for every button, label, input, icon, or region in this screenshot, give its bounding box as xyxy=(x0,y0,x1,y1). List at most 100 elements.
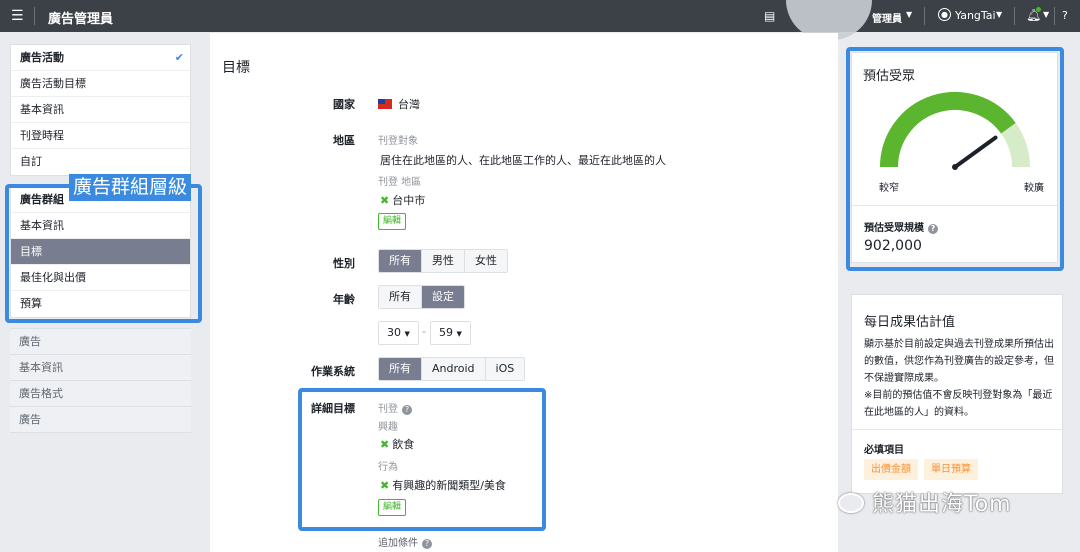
sidebar-item-label: 廣告群組 xyxy=(20,193,64,206)
age-max-value: 59 xyxy=(439,326,453,339)
age-option-all[interactable]: 所有 xyxy=(379,286,422,308)
sidebar-item-targeting[interactable]: 目標 xyxy=(11,239,190,265)
gender-option-male[interactable]: 男性 xyxy=(422,250,465,272)
user-name[interactable]: YangTai xyxy=(955,9,996,22)
sidebar-item-label: 廣告格式 xyxy=(19,387,63,400)
top-bar: ☰ 廣告管理員 ▤ 管理員 ▼ ● YangTai ▼ 🔔︎ ▼ ? xyxy=(0,0,1080,40)
help-icon[interactable]: ? xyxy=(422,539,432,549)
notification-dot xyxy=(1036,7,1041,12)
age-max-dropdown[interactable]: 59 ▼ xyxy=(430,321,471,345)
region-sublabel: 刊登 地區 xyxy=(378,177,422,188)
chevron-down-icon[interactable]: ▼ xyxy=(1043,10,1049,19)
sidebar-item-optimization-bidding[interactable]: 最佳化與出價 xyxy=(11,265,190,291)
divider xyxy=(852,429,1062,430)
manager-menu[interactable]: 管理員 xyxy=(872,10,902,25)
sidebar-item-ad-format[interactable]: 廣告格式 xyxy=(10,381,191,407)
sidebar-item-label: 廣告 xyxy=(19,413,41,426)
gender-selector: 所有 男性 女性 xyxy=(378,249,508,273)
estimated-audience-card: 預估受眾 較窄 較廣 預估受眾規模? 902,000 xyxy=(851,52,1058,263)
chevron-down-icon[interactable]: ▼ xyxy=(906,10,912,19)
daily-note-text: ※目前的預估值不會反映刊登對象為「最近在此地區的人」的資料。 xyxy=(864,390,1053,418)
audience-sublabel: 刊登對象 xyxy=(378,136,418,147)
age-label: 年齡 xyxy=(333,293,355,306)
sidebar-item-budget[interactable]: 預算 xyxy=(11,291,190,317)
audience-card-title: 預估受眾 xyxy=(863,69,916,84)
interest-value: ✖ 飲食 xyxy=(380,436,414,452)
daily-results-description: 顯示基於目前設定與過去刊登成果所預估出的數值，供您作為刊登廣告的設定參考，但不保… xyxy=(864,336,1058,421)
edit-region-button[interactable]: 編輯 xyxy=(378,213,407,230)
gauge-fill xyxy=(880,92,1016,168)
sidebar-item-basic-info[interactable]: 基本資訊 xyxy=(11,97,190,123)
remove-x-icon[interactable]: ✖ xyxy=(380,438,389,451)
sidebar-item-label: 基本資訊 xyxy=(20,219,64,232)
user-avatar-icon[interactable]: ● xyxy=(938,8,951,21)
os-option-ios[interactable]: iOS xyxy=(485,358,525,380)
add-condition-link[interactable]: 追加條件? xyxy=(378,534,432,549)
audience-size-label-text: 預估受眾規模 xyxy=(864,223,924,234)
taiwan-flag-icon xyxy=(378,99,392,109)
age-option-custom[interactable]: 設定 xyxy=(422,286,464,308)
sidebar-item-custom[interactable]: 自訂 xyxy=(11,149,190,175)
sidebar-item-label: 基本資訊 xyxy=(20,103,64,116)
audience-value: 居住在此地區的人、在此地區工作的人、最近在此地區的人 xyxy=(380,154,666,167)
wechat-logo-icon xyxy=(838,493,864,513)
age-min-dropdown[interactable]: 30 ▼ xyxy=(378,321,419,345)
os-label: 作業系統 xyxy=(311,365,355,378)
sidebar-ad-group: 廣告 基本資訊 廣告格式 廣告 xyxy=(10,328,191,433)
country-name: 台灣 xyxy=(398,98,420,111)
add-condition-text: 追加條件 xyxy=(378,538,418,549)
adset-level-annotation: 廣告群組層級 xyxy=(69,174,192,201)
chevron-down-icon: ▼ xyxy=(456,330,462,338)
gender-option-all[interactable]: 所有 xyxy=(379,250,422,272)
topbar-divider xyxy=(1054,7,1055,25)
gender-option-female[interactable]: 女性 xyxy=(465,250,507,272)
sidebar-item-label: 預算 xyxy=(20,297,42,310)
audience-size-label: 預估受眾規模? xyxy=(864,219,938,234)
chevron-down-icon: ▼ xyxy=(404,330,410,338)
sidebar-item-label: 目標 xyxy=(20,245,42,258)
sidebar: 廣告活動 ✔ 廣告活動目標 基本資訊 刊登時程 自訂 廣告群組 基本資訊 目標 … xyxy=(10,44,191,443)
required-tag-bid[interactable]: 出價金額 xyxy=(864,459,918,480)
daily-results-title: 每日成果估計值 xyxy=(864,315,956,330)
sidebar-item-campaign-objective[interactable]: 廣告活動目標 xyxy=(11,71,190,97)
gauge-pivot xyxy=(952,164,958,170)
sidebar-item-label: 基本資訊 xyxy=(19,361,63,374)
sidebar-item-adset-basic-info[interactable]: 基本資訊 xyxy=(11,213,190,239)
help-icon[interactable]: ? xyxy=(1062,9,1068,22)
remove-x-icon[interactable]: ✖ xyxy=(380,194,389,207)
document-icon[interactable]: ▤ xyxy=(764,9,775,23)
chevron-down-icon[interactable]: ▼ xyxy=(996,10,1002,19)
remove-x-icon[interactable]: ✖ xyxy=(380,479,389,492)
gauge-broad-label: 較廣 xyxy=(1024,183,1044,194)
help-icon[interactable]: ? xyxy=(928,224,938,234)
sidebar-item-label: 廣告 xyxy=(19,335,41,348)
sidebar-campaign-group: 廣告活動 ✔ 廣告活動目標 基本資訊 刊登時程 自訂 xyxy=(10,44,191,176)
sidebar-item-ad-basic-info[interactable]: 基本資訊 xyxy=(10,355,191,381)
country-value[interactable]: 台灣 xyxy=(378,96,420,112)
detailed-targeting-sublabel-text: 刊登 xyxy=(378,404,398,415)
behavior-value: ✖ 有興趣的新聞類型/美食 xyxy=(380,477,506,493)
os-option-android[interactable]: Android xyxy=(422,358,486,380)
sidebar-item-schedule[interactable]: 刊登時程 xyxy=(11,123,190,149)
sidebar-item-ad[interactable]: 廣告 xyxy=(10,329,191,355)
sidebar-item-label: 廣告活動目標 xyxy=(20,77,86,90)
topbar-divider xyxy=(924,7,925,25)
sidebar-item-ad-creative[interactable]: 廣告 xyxy=(10,407,191,433)
os-selector: 所有 Android iOS xyxy=(378,357,526,381)
sidebar-item-campaign[interactable]: 廣告活動 ✔ xyxy=(11,45,190,71)
sidebar-item-label: 廣告活動 xyxy=(20,51,64,64)
daily-results-card: 每日成果估計值 顯示基於目前設定與過去刊登成果所預估出的數值，供您作為刊登廣告的… xyxy=(851,294,1063,494)
required-fields-label: 必填項目 xyxy=(864,445,904,456)
gauge-needle xyxy=(953,135,998,169)
region-label: 地區 xyxy=(333,134,355,147)
age-min-value: 30 xyxy=(387,326,401,339)
audience-size-value: 902,000 xyxy=(864,238,922,254)
sidebar-item-label: 刊登時程 xyxy=(20,129,64,142)
hamburger-menu-icon[interactable]: ☰ xyxy=(11,8,24,24)
os-option-all[interactable]: 所有 xyxy=(379,358,422,380)
required-tag-daily-budget[interactable]: 單日預算 xyxy=(924,459,978,480)
behavior-name: 有興趣的新聞類型/美食 xyxy=(392,479,506,492)
help-icon[interactable]: ? xyxy=(402,405,412,415)
targeting-panel: 目標 國家 台灣 地區 刊登對象 居住在此地區的人、在此地區工作的人、最近在此地… xyxy=(210,33,838,552)
edit-detailed-targeting-button[interactable]: 編輯 xyxy=(378,499,407,516)
